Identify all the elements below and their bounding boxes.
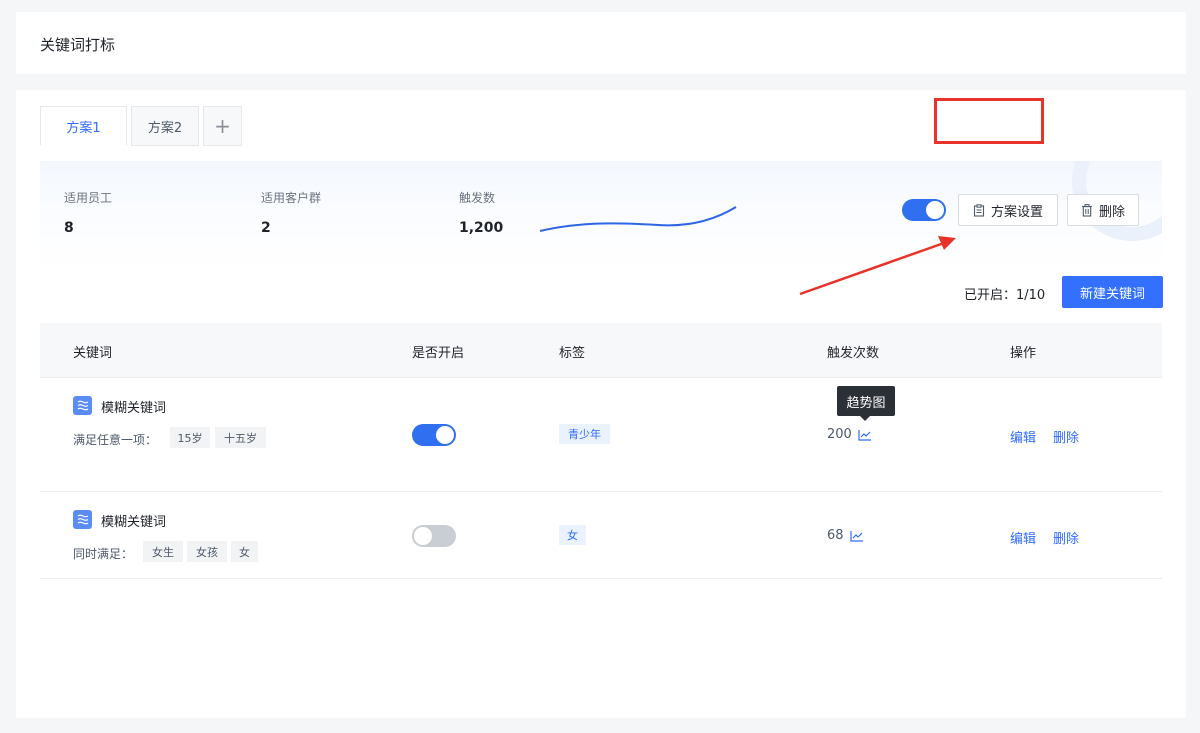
column-header-tag: 标签 — [559, 346, 586, 361]
switch-knob — [926, 201, 944, 219]
table-row: 模糊关键词 满足任意一项： 15岁 十五岁 青少年 200 编辑 删除 — [40, 378, 1162, 492]
trend-tooltip: 趋势图 — [837, 386, 895, 421]
keyword-chip: 15岁 — [170, 427, 210, 448]
trash-icon — [1081, 203, 1092, 217]
page-header: 关键词打标 — [16, 12, 1186, 74]
fuzzy-wave-icon — [73, 510, 92, 529]
tag-badge: 女 — [559, 525, 586, 545]
keyword-chip: 十五岁 — [215, 427, 266, 448]
page-title: 关键词打标 — [40, 36, 116, 54]
keyword-name: 模糊关键词 — [101, 401, 167, 416]
delete-plan-label: 删除 — [1098, 204, 1125, 220]
stat-value: 1,200 — [459, 220, 504, 236]
stat-applicable-groups: 适用客户群 2 — [261, 189, 321, 236]
fuzzy-wave-icon — [73, 396, 92, 415]
column-header-enabled: 是否开启 — [412, 346, 465, 361]
table-header: 关键词 是否开启 标签 触发次数 操作 — [40, 323, 1162, 378]
keyword-chip: 女孩 — [187, 541, 227, 562]
stat-label: 触发数 — [459, 191, 496, 205]
tab-plan-2[interactable]: 方案2 — [131, 106, 199, 146]
tag-badge: 青少年 — [559, 424, 610, 444]
plan-tabs: 方案1 方案2 + — [40, 106, 242, 146]
condition-label: 同时满足： — [73, 547, 134, 561]
plan-summary-panel: 适用员工 8 适用客户群 2 触发数 1,200 方案设置 删除 — [40, 161, 1162, 269]
switch-knob — [414, 527, 432, 545]
main-card: 方案1 方案2 + 适用员工 8 适用客户群 2 触发数 1,200 方案设置 … — [16, 90, 1186, 718]
annotation-highlight-box — [934, 98, 1044, 144]
plan-settings-button[interactable]: 方案设置 — [958, 194, 1058, 226]
tooltip-text: 趋势图 — [846, 395, 886, 411]
edit-link[interactable]: 编辑 — [1010, 528, 1036, 547]
trend-chart-icon[interactable] — [858, 429, 872, 441]
delete-link[interactable]: 删除 — [1053, 427, 1079, 446]
stat-applicable-staff: 适用员工 8 — [64, 189, 112, 236]
stat-label: 适用客户群 — [261, 191, 322, 205]
clipboard-icon — [973, 203, 985, 217]
table-row: 模糊关键词 同时满足： 女生 女孩 女 女 68 编辑 删除 — [40, 492, 1162, 579]
trigger-count: 68 — [827, 528, 864, 543]
condition-label: 满足任意一项： — [73, 433, 158, 447]
new-keyword-button[interactable]: 新建关键词 — [1062, 276, 1163, 308]
stat-value: 8 — [64, 220, 74, 236]
plan-enable-switch[interactable] — [902, 199, 946, 221]
plus-icon: + — [214, 114, 231, 138]
stat-value: 2 — [261, 220, 271, 236]
keyword-name: 模糊关键词 — [101, 515, 167, 530]
delete-plan-button[interactable]: 删除 — [1067, 194, 1139, 226]
keyword-chip: 女生 — [143, 541, 183, 562]
column-header-keyword: 关键词 — [73, 346, 113, 361]
enabled-count: 已开启：1/10 — [964, 288, 1046, 303]
trigger-sparkline — [539, 206, 737, 232]
trigger-count-value: 68 — [827, 528, 844, 543]
trigger-count-value: 200 — [827, 427, 852, 442]
trigger-count: 200 — [827, 427, 872, 442]
column-header-trigger-count: 触发次数 — [827, 346, 880, 361]
keyword-enable-switch[interactable] — [412, 525, 456, 547]
tab-plan-1[interactable]: 方案1 — [40, 106, 127, 146]
plan-settings-label: 方案设置 — [990, 204, 1043, 220]
keyword-chip: 女 — [231, 541, 258, 562]
column-header-actions: 操作 — [1010, 346, 1037, 361]
delete-link[interactable]: 删除 — [1053, 528, 1079, 547]
trend-chart-icon[interactable] — [849, 530, 864, 542]
add-plan-tab-button[interactable]: + — [203, 106, 242, 146]
keyword-enable-switch[interactable] — [412, 424, 456, 446]
switch-knob — [436, 426, 454, 444]
stat-label: 适用员工 — [64, 191, 113, 205]
stat-trigger-count: 触发数 1,200 — [459, 189, 503, 236]
tooltip-arrow — [859, 415, 871, 421]
edit-link[interactable]: 编辑 — [1010, 427, 1036, 446]
